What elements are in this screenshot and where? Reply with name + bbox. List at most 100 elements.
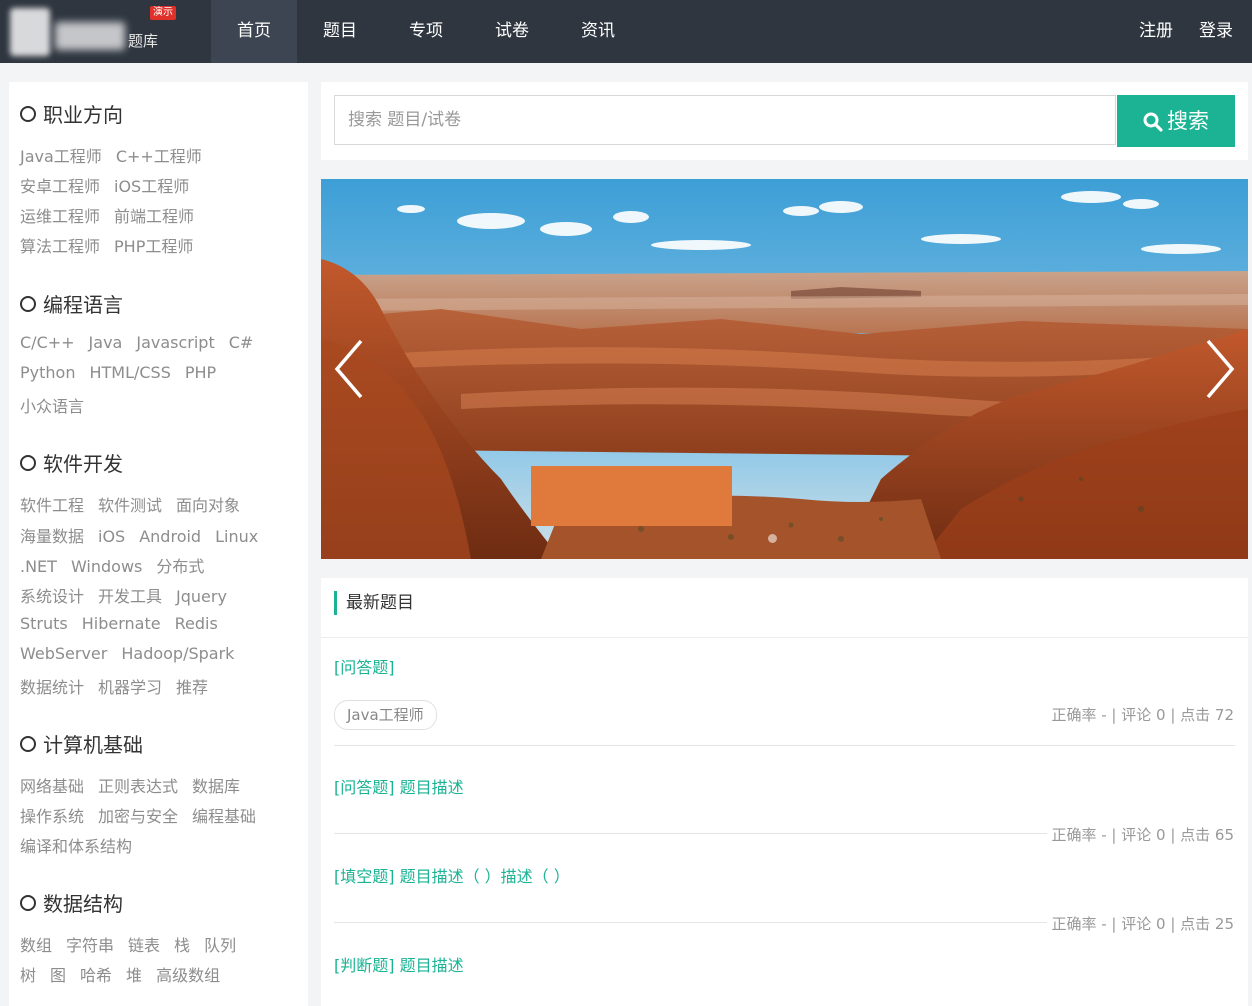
tag-link[interactable]: 海量数据	[20, 527, 84, 546]
tag-link[interactable]: 软件测试	[98, 496, 162, 515]
tag-link[interactable]: Javascript	[136, 333, 214, 352]
chevron-left-icon[interactable]	[331, 329, 371, 409]
login-link[interactable]: 登录	[1199, 0, 1233, 63]
tag-row: 算法工程师 PHP工程师	[20, 233, 207, 257]
question-stats: 正确率 - | 评论 0 | 点击 72	[1051, 706, 1234, 724]
question-tag[interactable]: Java工程师	[334, 700, 437, 730]
demo-badge: 演示	[150, 6, 176, 20]
register-link[interactable]: 注册	[1139, 0, 1173, 63]
tag-link[interactable]: WebServer	[20, 644, 107, 663]
search-panel: 搜索 题目/试卷 搜索	[321, 82, 1248, 160]
search-button[interactable]: 搜索	[1117, 95, 1235, 147]
tag-link[interactable]: iOS工程师	[114, 177, 189, 196]
circle-icon	[20, 454, 36, 471]
tag-row: 运维工程师 前端工程师	[20, 203, 208, 227]
tag-link[interactable]: Linux	[215, 527, 258, 546]
search-input[interactable]: 搜索 题目/试卷	[334, 95, 1116, 145]
tag-link[interactable]: 字符串	[66, 936, 114, 955]
tag-link[interactable]: 面向对象	[176, 496, 240, 515]
tag-link[interactable]: 安卓工程师	[20, 177, 100, 196]
tag-row: C/C++ Java Javascript C#	[20, 333, 267, 352]
latest-questions-title: 最新题目	[334, 591, 414, 615]
tag-link[interactable]: Java	[89, 333, 123, 352]
tag-link[interactable]: 软件工程	[20, 496, 84, 515]
tag-link[interactable]: iOS	[98, 527, 125, 546]
nav-item-news[interactable]: 资讯	[555, 0, 641, 63]
tag-row: 数据统计 机器学习 推荐	[20, 674, 222, 698]
tag-link[interactable]: 堆	[126, 966, 142, 985]
section-title-cs-basics: 计算机基础	[20, 729, 143, 758]
tag-link[interactable]: 算法工程师	[20, 237, 100, 256]
tag-link[interactable]: 加密与安全	[98, 807, 178, 826]
question-link[interactable]: [填空题] 题目描述（ ）描述（ ）	[334, 863, 570, 887]
banner-carousel[interactable]	[321, 179, 1248, 559]
tag-link[interactable]: 运维工程师	[20, 207, 100, 226]
tag-link[interactable]: 分布式	[156, 557, 204, 576]
tag-link[interactable]: 开发工具	[98, 587, 162, 606]
tag-row: Java工程师 C++工程师	[20, 143, 216, 167]
nav-item-questions[interactable]: 题目	[297, 0, 383, 63]
tag-row: Struts Hibernate Redis	[20, 614, 232, 633]
nav-item-papers[interactable]: 试卷	[469, 0, 555, 63]
tag-link[interactable]: 高级数组	[156, 966, 220, 985]
tag-link[interactable]: 机器学习	[98, 678, 162, 697]
tag-link[interactable]: 操作系统	[20, 807, 84, 826]
section-title-software-dev: 软件开发	[20, 448, 123, 477]
tag-link[interactable]: 树	[20, 966, 36, 985]
nav-item-home[interactable]: 首页	[211, 0, 297, 63]
tag-row: 小众语言	[20, 393, 98, 417]
tag-link[interactable]: Hadoop/Spark	[121, 644, 234, 663]
tag-link[interactable]: 推荐	[176, 678, 208, 697]
tag-link[interactable]: .NET	[20, 557, 57, 576]
tag-link[interactable]: 数据统计	[20, 678, 84, 697]
tag-link[interactable]: 编程基础	[192, 807, 256, 826]
nav-item-topics[interactable]: 专项	[383, 0, 469, 63]
tag-link[interactable]: 小众语言	[20, 397, 84, 416]
tag-link[interactable]: Jquery	[176, 587, 227, 606]
tag-link[interactable]: 网络基础	[20, 777, 84, 796]
tag-link[interactable]: Windows	[71, 557, 142, 576]
tag-link[interactable]: 数组	[20, 936, 52, 955]
tag-link[interactable]: 队列	[204, 936, 236, 955]
question-link[interactable]: [问答题]	[334, 654, 395, 678]
question-link[interactable]: [判断题] 题目描述	[334, 952, 464, 976]
question-link[interactable]: [问答题] 题目描述	[334, 774, 464, 798]
caption-placeholder	[531, 466, 732, 526]
tag-link[interactable]: 正则表达式	[98, 777, 178, 796]
tag-link[interactable]: C/C++	[20, 333, 75, 352]
tag-link[interactable]: HTML/CSS	[89, 363, 170, 382]
tag-link[interactable]: Android	[139, 527, 201, 546]
tag-row: .NET Windows 分布式	[20, 553, 218, 577]
tag-link[interactable]: 图	[50, 966, 66, 985]
chevron-right-icon[interactable]	[1198, 329, 1238, 409]
brand-logo[interactable]: 演示 题库	[0, 0, 210, 63]
tag-link[interactable]: 编译和体系结构	[20, 837, 132, 856]
circle-icon	[20, 105, 36, 122]
tag-link[interactable]: C++工程师	[116, 147, 202, 166]
section-title-languages: 编程语言	[20, 289, 123, 318]
tag-link[interactable]: 数据库	[192, 777, 240, 796]
tag-link[interactable]: Hibernate	[82, 614, 161, 633]
tag-link[interactable]: Java工程师	[20, 147, 102, 166]
tag-link[interactable]: Python	[20, 363, 75, 382]
tag-link[interactable]: 系统设计	[20, 587, 84, 606]
tag-link[interactable]: PHP工程师	[114, 237, 193, 256]
tag-link[interactable]: C#	[229, 333, 254, 352]
tag-row: Python HTML/CSS PHP	[20, 363, 230, 382]
tag-link[interactable]: 哈希	[80, 966, 112, 985]
tag-row: 系统设计 开发工具 Jquery	[20, 583, 241, 607]
divider	[334, 745, 1235, 746]
tag-link[interactable]: 栈	[174, 936, 190, 955]
tag-link[interactable]: Struts	[20, 614, 68, 633]
brand-name: 题库	[128, 32, 159, 50]
tag-link[interactable]: PHP	[185, 363, 216, 382]
tag-row: 树图哈希堆高级数组	[20, 962, 234, 986]
tag-row: 操作系统 加密与安全 编程基础	[20, 803, 270, 827]
category-sidebar: 职业方向 Java工程师 C++工程师 安卓工程师 iOS工程师 运维工程师 前端工程…	[9, 82, 308, 1006]
tag-link[interactable]: Redis	[175, 614, 218, 633]
top-navbar: 演示 题库 首页 题目 专项 试卷 资讯 注册 登录	[0, 0, 1252, 63]
section-title-career: 职业方向	[20, 99, 123, 128]
tag-link[interactable]: 链表	[128, 936, 160, 955]
tag-link[interactable]: 前端工程师	[114, 207, 194, 226]
carousel-dot[interactable]	[768, 534, 777, 543]
